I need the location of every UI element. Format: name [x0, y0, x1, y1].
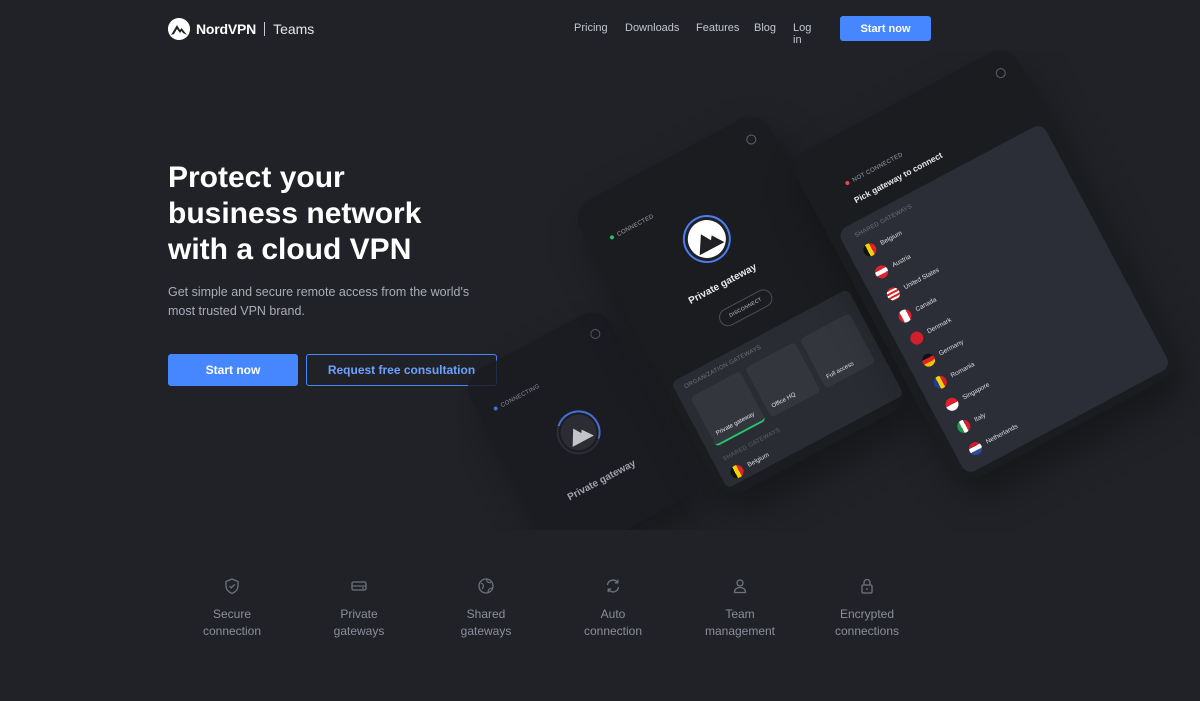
romania-flag-icon: [931, 372, 949, 391]
country-name: Germany: [937, 338, 965, 357]
brand-name: NordVPN: [196, 21, 257, 37]
app-screens-illustration: CONNECTING Private gateway CONNECTED Pri…: [460, 50, 1200, 530]
feature-secure-connection: Secure connection: [177, 576, 287, 639]
hero-subtitle-line: Get simple and secure remote access from…: [168, 285, 470, 299]
settings-gear-icon: [588, 327, 603, 341]
user-icon: [733, 579, 747, 594]
organization-gateways-panel: ORGANIZATION GATEWAYS Private gateway Of…: [671, 288, 905, 489]
country-name: Netherlands: [984, 422, 1019, 446]
country-name: Austria: [890, 252, 912, 269]
feature-label: connection: [202, 623, 262, 638]
connection-status: CONNECTED: [609, 214, 655, 242]
hero-subtitle-line: most trusted VPN brand.: [168, 304, 305, 318]
gateway-card-label: Private gateway: [715, 411, 756, 437]
status-dot-icon: [609, 234, 615, 241]
hero-title: Protect your business network with a clo…: [168, 160, 508, 268]
feature-shared-gateways: Shared gateways: [431, 576, 541, 639]
refresh-icon: [606, 579, 620, 593]
denmark-flag-icon: [907, 328, 926, 347]
singapore-flag-icon: [943, 395, 961, 413]
shared-gateways-list: SHARED GATEWAYS Belgium Austria United S…: [836, 122, 1172, 476]
gateway-card-label: Office HQ: [770, 391, 797, 410]
lock-icon: [861, 578, 873, 594]
status-dot-icon: [492, 405, 499, 412]
feature-label: gateways: [333, 623, 385, 638]
feature-label: management: [704, 623, 776, 638]
feature-label: Auto: [600, 607, 626, 621]
nordvpn-mountain-icon: [168, 18, 190, 40]
globe-icon: [478, 578, 494, 594]
connection-status: CONNECTING: [492, 383, 542, 413]
country-name: Belgium: [879, 229, 904, 247]
status-text: CONNECTING: [500, 383, 542, 410]
belgium-flag-icon: [860, 240, 879, 259]
shield-icon: [225, 578, 239, 595]
austria-flag-icon: [872, 262, 891, 281]
feature-label: connection: [583, 623, 643, 638]
hero-title-line: business network: [168, 197, 422, 230]
connected-mountain-icon: [677, 209, 737, 269]
disconnect-button[interactable]: DISCONNECT: [715, 286, 776, 330]
country-name: Singapore: [961, 380, 991, 402]
feature-team-management: Team management: [685, 576, 795, 639]
country-name: Italy: [972, 411, 987, 424]
nav-blog[interactable]: Blog: [754, 22, 776, 34]
feature-auto-connection: Auto connection: [558, 576, 668, 639]
feature-label: Secure: [212, 607, 252, 621]
germany-flag-icon: [919, 350, 938, 369]
nordvpn-teams-logo[interactable]: NordVPN Teams: [168, 18, 314, 40]
feature-encrypted-connections: Encrypted connections: [812, 576, 922, 639]
feature-label: Private: [340, 607, 378, 621]
nav-pricing[interactable]: Pricing: [574, 22, 608, 34]
country-name: United States: [902, 266, 941, 291]
server-icon: [351, 581, 367, 591]
mountain-icon: [554, 408, 603, 457]
country-row[interactable]: Italy: [954, 408, 989, 435]
connecting-spinner-icon: [548, 402, 609, 463]
feature-label: Team: [725, 607, 755, 621]
country-row[interactable]: Austria: [872, 250, 913, 281]
nav-features[interactable]: Features: [696, 22, 739, 34]
country-name: Denmark: [925, 316, 953, 335]
logo-divider: [264, 22, 266, 36]
country-name: Canada: [914, 295, 938, 313]
canada-flag-icon: [896, 306, 914, 325]
header-start-now-button[interactable]: Start now: [840, 16, 931, 41]
brand-sub: Teams: [273, 21, 315, 37]
settings-gear-icon: [994, 66, 1008, 80]
feature-private-gateways: Private gateways: [304, 576, 414, 639]
hero-title-line: with a cloud VPN: [168, 233, 412, 266]
gateway-title: Private gateway: [565, 458, 638, 504]
hero-title-line: Protect your: [168, 161, 345, 194]
settings-gear-icon: [744, 132, 759, 147]
hero-subtitle: Get simple and secure remote access from…: [168, 283, 498, 321]
country-name: Romania: [949, 360, 976, 379]
nav-login[interactable]: Log in: [793, 22, 811, 46]
feature-label: Shared: [466, 607, 506, 621]
united-states-flag-icon: [884, 284, 902, 303]
gateway-card-label: Full access: [825, 361, 855, 381]
netherlands-flag-icon: [966, 439, 985, 457]
features-row: Secure connection Private gateways Share…: [0, 576, 1200, 656]
belgium-flag-icon: [728, 462, 746, 480]
country-name: Belgium: [746, 451, 771, 469]
status-text: CONNECTED: [616, 213, 656, 239]
nav-downloads[interactable]: Downloads: [625, 22, 679, 34]
status-dot-icon: [844, 180, 851, 186]
hero-start-now-button[interactable]: Start now: [168, 354, 298, 386]
italy-flag-icon: [954, 417, 973, 435]
feature-label: Encrypted: [839, 607, 895, 621]
feature-label: connections: [834, 623, 900, 638]
feature-label: gateways: [460, 623, 512, 638]
